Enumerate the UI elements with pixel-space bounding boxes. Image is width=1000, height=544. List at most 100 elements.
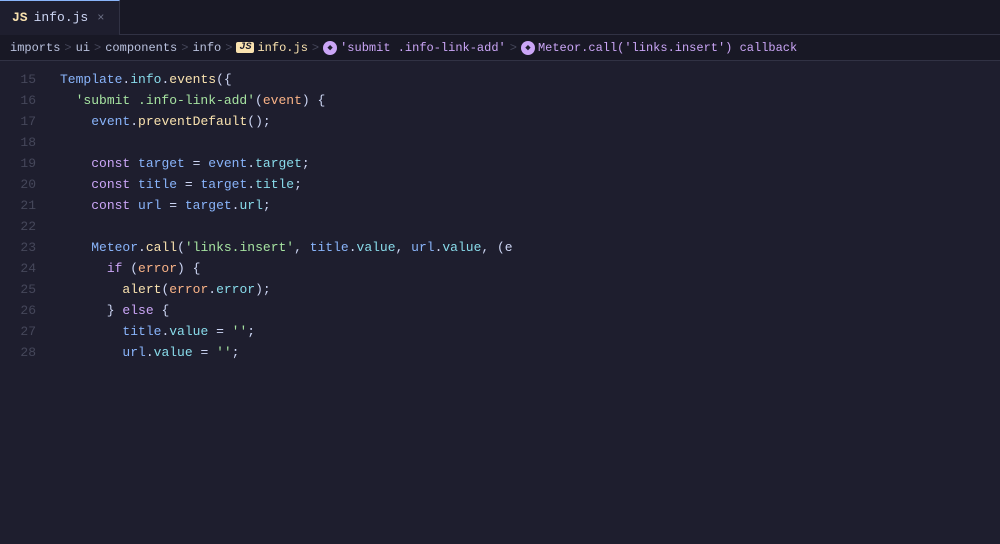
token: = [177, 174, 200, 195]
breadcrumb-sep-2: > [94, 41, 101, 55]
token: ; [232, 342, 240, 363]
token: value [154, 342, 193, 363]
breadcrumb-info: info [192, 41, 221, 55]
token: event [263, 90, 302, 111]
token [60, 258, 107, 279]
token: . [435, 237, 443, 258]
line-num-25: 25 [0, 279, 36, 300]
js-file-badge: JS [236, 42, 254, 53]
token: . [208, 279, 216, 300]
code-line-23: Meteor.call('links.insert', title.value,… [60, 237, 1000, 258]
code-line-17: event.preventDefault(); [60, 111, 1000, 132]
token: ) { [177, 258, 200, 279]
token: { [154, 300, 170, 321]
line-num-19: 19 [0, 153, 36, 174]
token: target [255, 153, 302, 174]
token: . [247, 174, 255, 195]
tab-info-js[interactable]: JS info.js × [0, 0, 120, 35]
token: alert [122, 279, 161, 300]
token [60, 216, 68, 237]
token [60, 153, 91, 174]
token: ; [294, 174, 302, 195]
token: 'submit .info-link-add' [76, 90, 255, 111]
token [60, 174, 91, 195]
token: event [208, 153, 247, 174]
code-line-18 [60, 132, 1000, 153]
token: value [442, 237, 481, 258]
token: else [122, 300, 153, 321]
token: event [91, 111, 130, 132]
token: info [130, 69, 161, 90]
code-line-24: if (error) { [60, 258, 1000, 279]
token: '' [216, 342, 232, 363]
token: Meteor [91, 237, 138, 258]
line-num-18: 18 [0, 132, 36, 153]
token: error [169, 279, 208, 300]
breadcrumb-ui: ui [76, 41, 90, 55]
token: ; [247, 321, 255, 342]
line-num-20: 20 [0, 174, 36, 195]
token [60, 132, 68, 153]
line-num-15: 15 [0, 69, 36, 90]
line-num-16: 16 [0, 90, 36, 111]
token: const [91, 174, 130, 195]
token: . [122, 69, 130, 90]
code-line-28: url.value = ''; [60, 342, 1000, 363]
code-line-19: const target = event.target; [60, 153, 1000, 174]
token: ); [255, 279, 271, 300]
token: const [91, 153, 130, 174]
tab-bar: JS info.js × [0, 0, 1000, 35]
breadcrumb-sep-6: > [510, 41, 517, 55]
line-num-17: 17 [0, 111, 36, 132]
breadcrumb: imports > ui > components > info > JS in… [0, 35, 1000, 61]
token: ( [177, 237, 185, 258]
editor: 15 16 17 18 19 20 21 22 23 24 25 26 27 2… [0, 61, 1000, 544]
token: , [396, 237, 412, 258]
token: if [107, 258, 123, 279]
token: = [161, 195, 184, 216]
code-editor[interactable]: Template.info.events({ 'submit .info-lin… [50, 61, 1000, 544]
breadcrumb-submit-event: ◆ 'submit .info-link-add' [323, 41, 506, 55]
token: title [255, 174, 294, 195]
code-line-26: } else { [60, 300, 1000, 321]
line-num-21: 21 [0, 195, 36, 216]
token: . [138, 237, 146, 258]
token [130, 195, 138, 216]
token: , [294, 237, 310, 258]
token: value [169, 321, 208, 342]
tab-close-button[interactable]: × [94, 10, 107, 26]
token: url [122, 342, 145, 363]
token: value [357, 237, 396, 258]
line-num-22: 22 [0, 216, 36, 237]
token: '' [232, 321, 248, 342]
token: . [161, 69, 169, 90]
js-icon: JS [12, 10, 28, 25]
line-num-24: 24 [0, 258, 36, 279]
token: . [349, 237, 357, 258]
token: ( [255, 90, 263, 111]
token: . [247, 153, 255, 174]
token: . [146, 342, 154, 363]
token: ; [263, 195, 271, 216]
token: url [411, 237, 434, 258]
breadcrumb-components: components [105, 41, 177, 55]
token: target [138, 153, 185, 174]
breadcrumb-sep-4: > [225, 41, 232, 55]
token [60, 279, 122, 300]
token: target [185, 195, 232, 216]
token [60, 321, 122, 342]
token: error [138, 258, 177, 279]
code-line-22 [60, 216, 1000, 237]
breadcrumb-meteor-call: ◆ Meteor.call('links.insert') callback [521, 41, 797, 55]
token: . [130, 111, 138, 132]
code-line-16: 'submit .info-link-add'(event) { [60, 90, 1000, 111]
token: = [185, 153, 208, 174]
code-line-25: alert(error.error); [60, 279, 1000, 300]
breadcrumb-sep-3: > [181, 41, 188, 55]
token [60, 342, 122, 363]
token: preventDefault [138, 111, 247, 132]
token: call [146, 237, 177, 258]
token: = [208, 321, 231, 342]
token [60, 111, 91, 132]
code-line-21: const url = target.url; [60, 195, 1000, 216]
